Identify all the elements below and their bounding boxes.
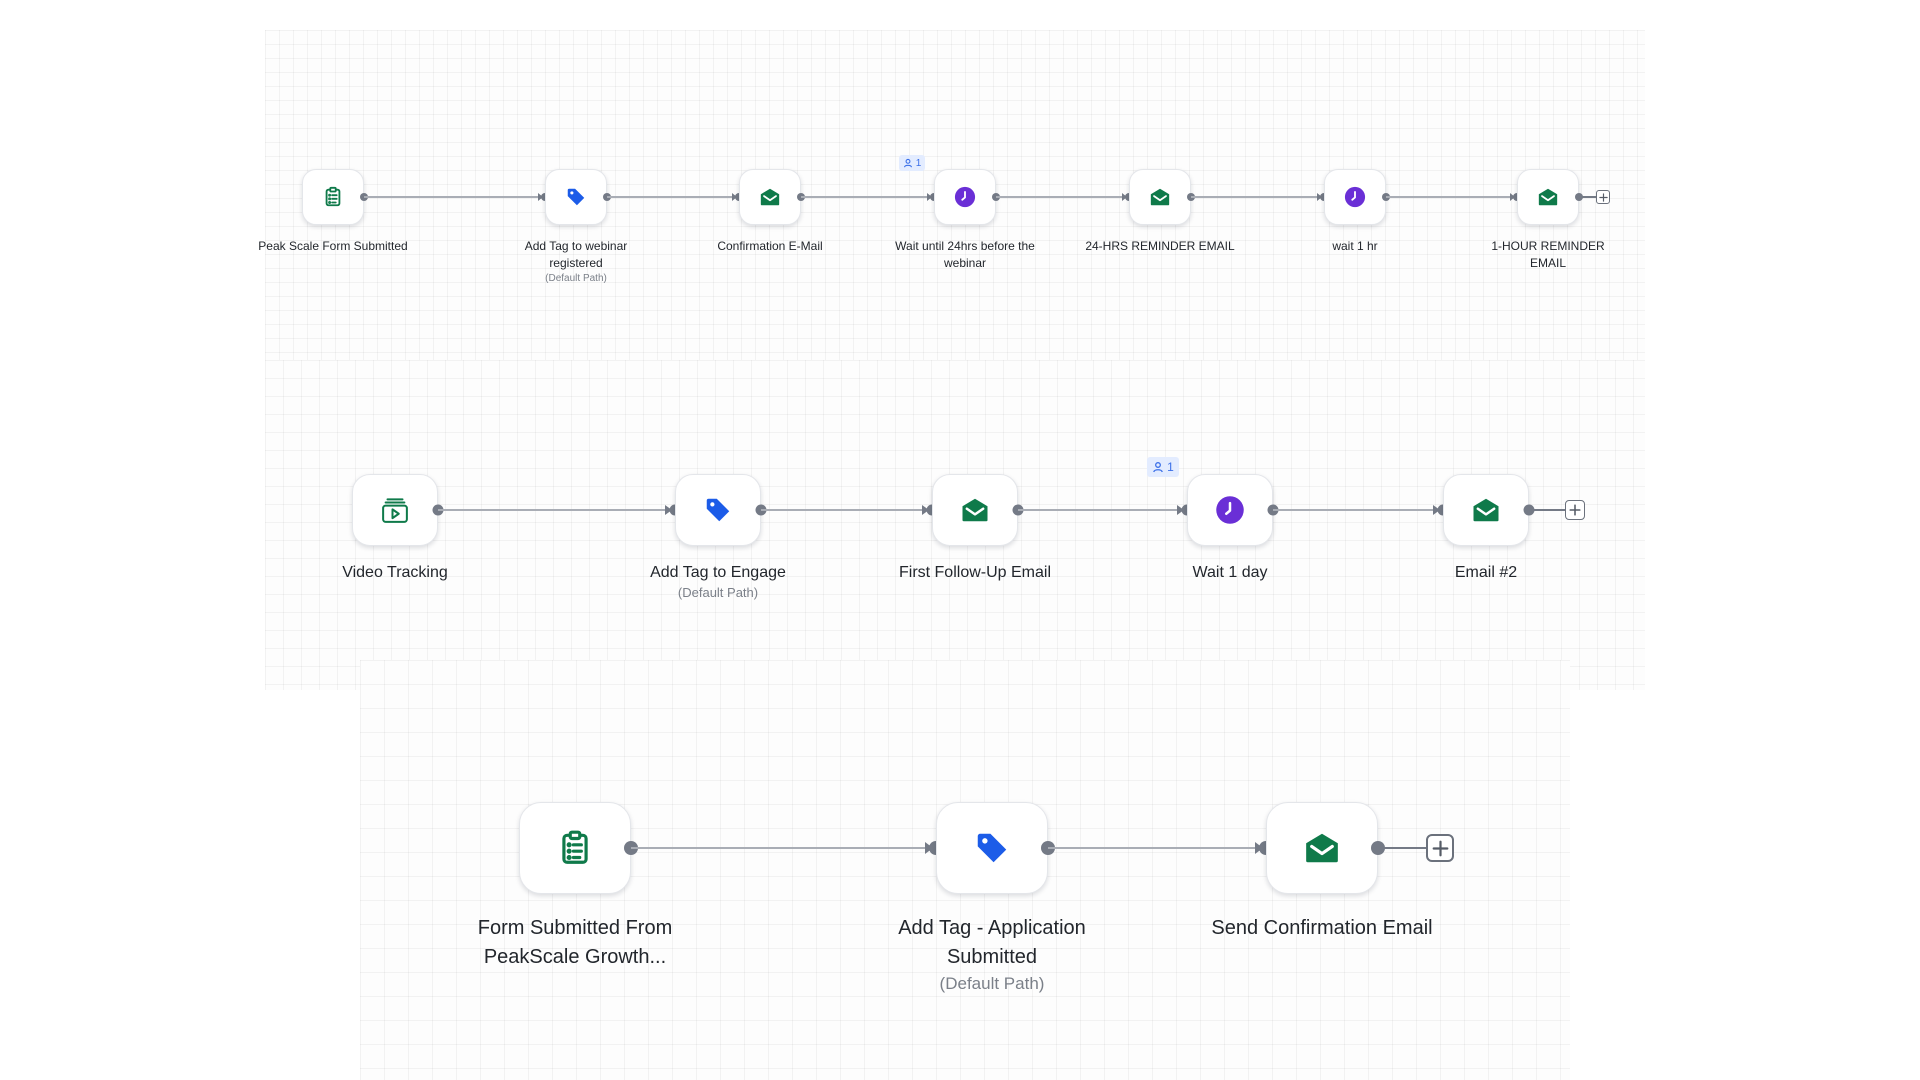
default-path-label: (Default Path) <box>939 974 1045 993</box>
workflow-node-clipboard[interactable] <box>519 802 631 894</box>
add-step-button[interactable] <box>1426 834 1454 862</box>
node-label: Add Tag - Application Submitted <box>898 917 1086 968</box>
node-label: Form Submitted From PeakScale Growth... <box>477 917 673 968</box>
workflow-application: Form Submitted From PeakScale Growth... A… <box>0 0 1920 1080</box>
add-connector-line <box>1378 847 1426 849</box>
tag-icon <box>973 829 1011 867</box>
clipboard-icon <box>556 829 594 867</box>
connector-line[interactable] <box>1048 847 1258 849</box>
email-icon <box>1303 829 1341 867</box>
plus-icon <box>1432 840 1449 857</box>
connector-line[interactable] <box>631 847 928 849</box>
node-label: Send Confirmation Email <box>1211 917 1433 939</box>
workflow-node-tag[interactable] <box>936 802 1048 894</box>
workflow-node-email[interactable] <box>1266 802 1378 894</box>
